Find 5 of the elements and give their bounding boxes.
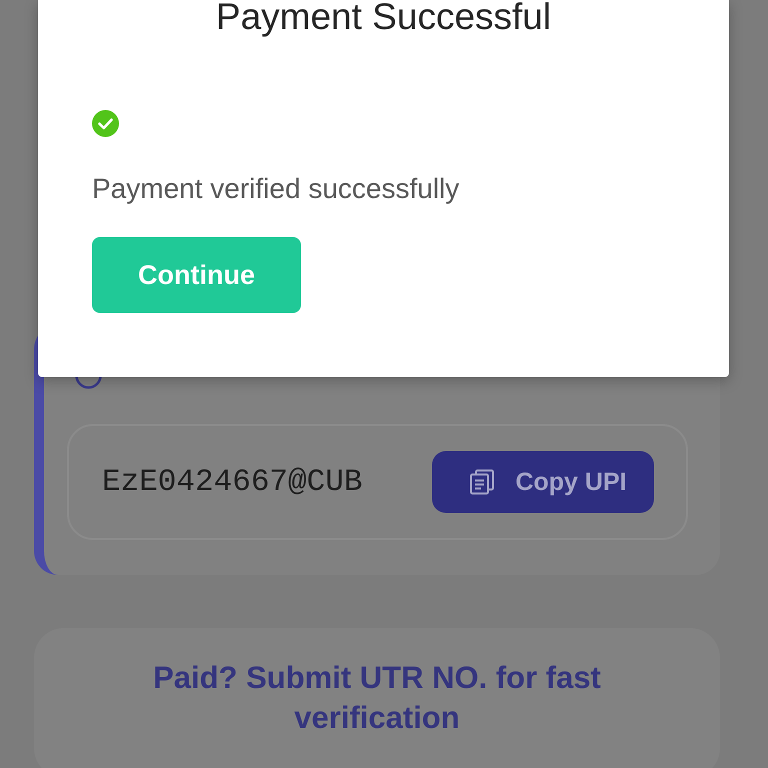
copy-upi-button[interactable]: Copy UPI xyxy=(432,451,654,513)
upi-id-text: EzE0424667@CUB xyxy=(102,464,362,500)
dialog-message: Payment verified successfully xyxy=(92,172,460,206)
utr-heading: Paid? Submit UTR NO. for fast verification xyxy=(152,659,602,737)
copy-icon xyxy=(469,469,496,495)
